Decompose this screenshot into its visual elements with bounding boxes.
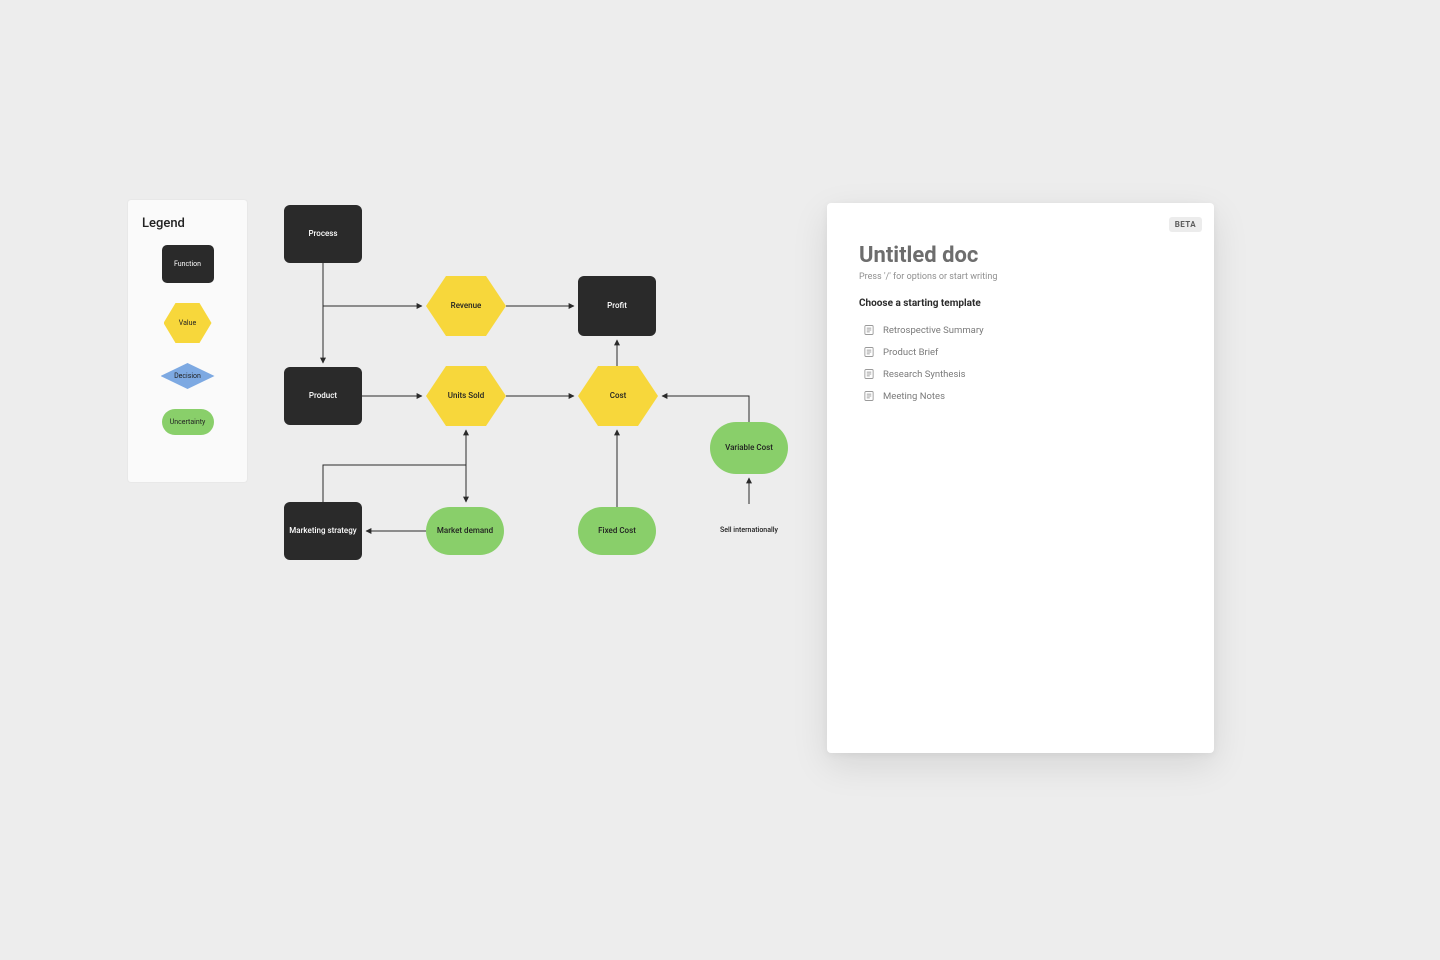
- node-sell-internationally[interactable]: Sell internationally: [704, 504, 794, 556]
- node-units-sold[interactable]: Units Sold: [426, 366, 506, 426]
- template-item-meeting-notes[interactable]: Meeting Notes: [859, 385, 1182, 407]
- node-revenue[interactable]: Revenue: [426, 276, 506, 336]
- doc-template-icon: [863, 346, 875, 358]
- node-cost-label: Cost: [610, 391, 627, 401]
- doc-template-icon: [863, 368, 875, 380]
- node-product[interactable]: Product: [284, 367, 362, 425]
- node-market-demand[interactable]: Market demand: [426, 507, 504, 555]
- node-marketing-strategy[interactable]: Marketing strategy: [284, 502, 362, 560]
- legend-function-label: Function: [174, 260, 201, 268]
- node-fixed-cost-label: Fixed Cost: [598, 526, 636, 536]
- legend-value-label: Value: [179, 319, 196, 327]
- node-fixed-cost[interactable]: Fixed Cost: [578, 507, 656, 555]
- node-variable-cost-label: Variable Cost: [725, 443, 773, 453]
- doc-template-icon: [863, 324, 875, 336]
- template-heading: Choose a starting template: [859, 298, 1182, 309]
- template-item-retrospective-summary[interactable]: Retrospective Summary: [859, 319, 1182, 341]
- node-units-sold-label: Units Sold: [448, 391, 484, 401]
- node-process-label: Process: [308, 229, 337, 239]
- legend-value: Value: [164, 303, 212, 343]
- node-process[interactable]: Process: [284, 205, 362, 263]
- node-variable-cost[interactable]: Variable Cost: [710, 422, 788, 474]
- template-item-product-brief[interactable]: Product Brief: [859, 341, 1182, 363]
- legend-decision-label: Decision: [161, 363, 215, 389]
- legend-uncertainty-label: Uncertainty: [170, 418, 206, 426]
- diagram-canvas[interactable]: Process Revenue Profit Product Units Sol…: [280, 200, 800, 570]
- node-product-label: Product: [309, 391, 337, 401]
- legend-uncertainty: Uncertainty: [162, 409, 214, 435]
- doc-template-icon: [863, 390, 875, 402]
- doc-panel[interactable]: BETA Untitled doc Press '/' for options …: [827, 203, 1214, 753]
- legend-function: Function: [162, 245, 214, 283]
- legend-items: Function Value Decision Uncertainty: [128, 245, 247, 435]
- node-cost[interactable]: Cost: [578, 366, 658, 426]
- doc-hint: Press '/' for options or start writing: [859, 272, 1182, 282]
- node-market-demand-label: Market demand: [437, 526, 493, 536]
- node-marketing-strategy-label: Marketing strategy: [289, 526, 356, 536]
- legend-title: Legend: [142, 216, 247, 231]
- doc-title[interactable]: Untitled doc: [859, 243, 1182, 268]
- node-sell-internationally-label: Sell internationally: [720, 526, 778, 534]
- beta-badge: BETA: [1169, 217, 1202, 232]
- node-profit[interactable]: Profit: [578, 276, 656, 336]
- template-item-label: Retrospective Summary: [883, 325, 984, 336]
- template-item-research-synthesis[interactable]: Research Synthesis: [859, 363, 1182, 385]
- node-revenue-label: Revenue: [451, 301, 482, 311]
- template-item-label: Product Brief: [883, 347, 938, 358]
- template-item-label: Research Synthesis: [883, 369, 966, 380]
- legend-panel: Legend Function Value Decision Uncertain…: [128, 200, 247, 482]
- template-item-label: Meeting Notes: [883, 391, 945, 402]
- legend-decision: Decision: [161, 363, 215, 389]
- node-profit-label: Profit: [607, 301, 627, 311]
